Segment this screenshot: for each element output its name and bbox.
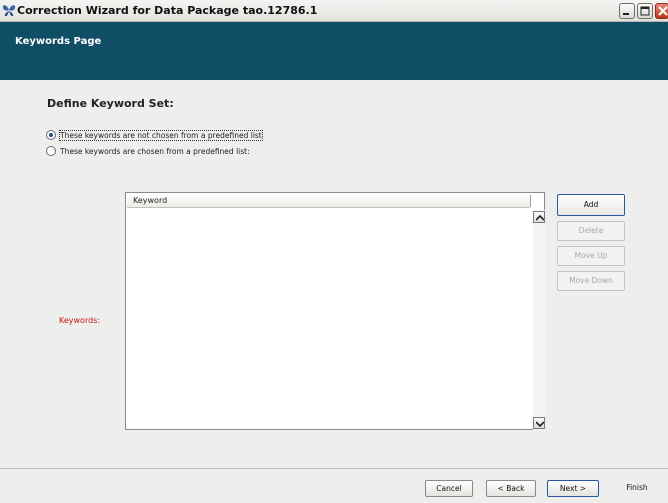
option-predefined-label[interactable]: These keywords are chosen from a predefi… (60, 147, 250, 156)
keywords-label: Keywords: (59, 316, 101, 325)
butterfly-icon (2, 5, 16, 17)
cancel-button[interactable]: Cancel (425, 480, 473, 497)
back-button[interactable]: < Back (486, 480, 536, 497)
radio-predefined[interactable] (46, 146, 56, 156)
option-not-predefined-label[interactable]: These keywords are not chosen from a pre… (59, 129, 263, 141)
keywords-table[interactable]: Keyword (125, 192, 545, 430)
move-down-button[interactable]: Move Down (557, 271, 625, 291)
chevron-up-icon (536, 215, 544, 221)
page-title: Keywords Page (15, 36, 102, 47)
minimize-icon (623, 13, 629, 15)
finish-button[interactable]: Finish (613, 480, 661, 497)
close-icon (658, 6, 668, 16)
add-button[interactable]: Add (557, 194, 625, 216)
close-button[interactable] (655, 3, 668, 19)
option-not-predefined[interactable]: These keywords are not chosen from a pre… (46, 129, 263, 141)
move-up-button[interactable]: Move Up (557, 246, 625, 266)
scroll-up-button[interactable] (533, 211, 545, 223)
delete-button[interactable]: Delete (557, 221, 625, 241)
section-title: Define Keyword Set: (47, 97, 174, 110)
maximize-button[interactable] (637, 3, 653, 19)
chevron-down-icon (536, 421, 544, 427)
column-header-keyword[interactable]: Keyword (127, 194, 530, 208)
window-titlebar[interactable]: Correction Wizard for Data Package tao.1… (0, 0, 668, 22)
column-separator[interactable] (530, 195, 531, 207)
scroll-down-button[interactable] (533, 417, 545, 429)
next-button[interactable]: Next > (547, 480, 599, 497)
minimize-button[interactable] (619, 3, 635, 19)
option-predefined[interactable]: These keywords are chosen from a predefi… (46, 145, 250, 157)
maximize-icon (640, 6, 650, 16)
page-header: Keywords Page (0, 22, 668, 80)
window-title: Correction Wizard for Data Package tao.1… (17, 4, 318, 17)
radio-not-predefined[interactable] (46, 130, 56, 140)
vertical-scrollbar[interactable] (533, 210, 545, 430)
